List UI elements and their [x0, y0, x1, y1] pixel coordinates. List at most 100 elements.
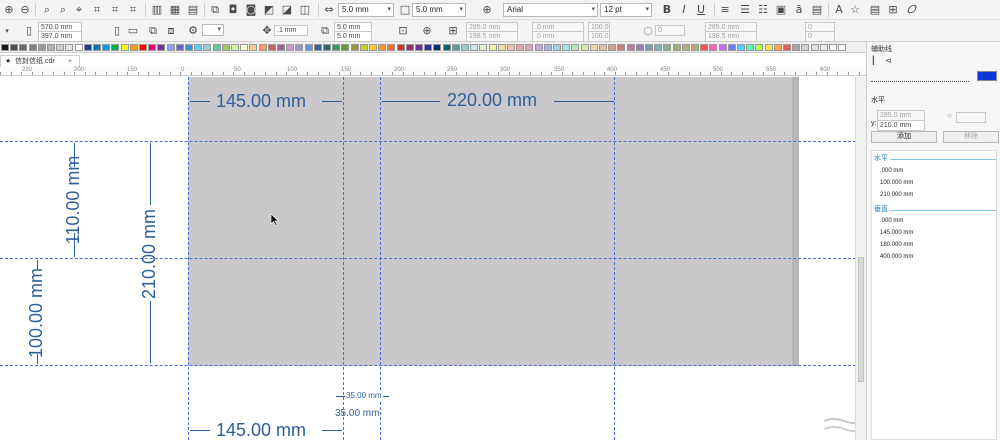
new-tab-icon[interactable]: +	[65, 56, 75, 67]
guideline-horizontal[interactable]	[0, 258, 866, 259]
color-swatch[interactable]	[83, 44, 92, 51]
front-minus-back-icon[interactable]: ◫	[298, 3, 312, 17]
group-icon[interactable]: ⧉	[208, 3, 222, 17]
line-style-select[interactable]	[871, 74, 969, 82]
color-swatch[interactable]	[323, 44, 331, 51]
zoom-width-icon[interactable]: ⌗	[90, 3, 104, 17]
color-swatch[interactable]	[488, 44, 497, 51]
document-tab[interactable]: ★ 信封信纸.cdr +	[0, 55, 80, 67]
current-page-icon[interactable]: ⧈	[164, 24, 178, 38]
zoom-all-icon[interactable]: ⌖	[72, 3, 86, 17]
add-guideline-icon[interactable]: ⊕	[420, 24, 434, 38]
color-swatch[interactable]	[332, 44, 341, 51]
color-swatch[interactable]	[240, 44, 249, 51]
guideline-color-swatch[interactable]	[977, 71, 997, 81]
color-swatch[interactable]	[461, 44, 469, 51]
delete-guideline-button[interactable]: 移除	[943, 131, 999, 143]
units-select[interactable]: ▾	[202, 24, 224, 36]
guideline-list-item[interactable]: 210.000 mm	[880, 192, 913, 198]
color-swatch[interactable]	[203, 44, 212, 51]
color-swatch[interactable]	[129, 44, 138, 51]
grid-icon[interactable]: ▦	[168, 3, 182, 17]
color-swatch[interactable]	[175, 44, 184, 51]
text-fill-icon[interactable]: ⊕	[480, 3, 494, 17]
color-swatch[interactable]	[507, 44, 515, 51]
color-swatch[interactable]	[47, 44, 55, 51]
color-swatch[interactable]	[56, 44, 65, 51]
color-swatch[interactable]	[470, 44, 479, 51]
color-swatch[interactable]	[74, 44, 83, 51]
color-swatch[interactable]	[718, 44, 727, 51]
color-swatch[interactable]	[415, 44, 423, 51]
color-swatch[interactable]	[10, 44, 19, 51]
add-guideline-button[interactable]: 添加	[871, 131, 937, 143]
rotation-angle-field[interactable]: 0	[655, 25, 685, 36]
color-swatch[interactable]	[516, 44, 525, 51]
color-swatch[interactable]	[185, 44, 193, 51]
color-swatch[interactable]	[442, 44, 451, 51]
color-swatch[interactable]	[304, 44, 313, 51]
color-swatch[interactable]	[626, 44, 635, 51]
text-frame-icon[interactable]: ▤	[868, 3, 882, 17]
guideline-list-item[interactable]: 145.000 mm	[880, 230, 913, 236]
color-swatch[interactable]	[497, 44, 506, 51]
color-swatch[interactable]	[709, 44, 718, 51]
color-swatch[interactable]	[369, 44, 377, 51]
dimension-gap-bottom[interactable]: 35.00 mm	[335, 408, 379, 419]
text-properties-icon[interactable]: ā	[792, 3, 806, 17]
color-swatch[interactable]	[37, 44, 46, 51]
color-swatch[interactable]	[148, 44, 157, 51]
guide-y-field[interactable]: 210.0 mm	[877, 120, 925, 131]
color-swatch[interactable]	[810, 44, 819, 51]
color-swatch[interactable]	[120, 44, 129, 51]
color-swatch[interactable]	[525, 44, 534, 51]
color-swatch[interactable]	[534, 44, 543, 51]
dropdown-arrow-icon[interactable]: ▾	[0, 24, 14, 38]
color-swatch[interactable]	[727, 44, 736, 51]
color-swatch[interactable]	[387, 44, 396, 51]
color-swatch[interactable]	[773, 44, 782, 51]
dimension-top-right[interactable]: 220.00 mm	[447, 90, 537, 111]
color-swatch[interactable]	[424, 44, 433, 51]
color-swatch[interactable]	[405, 44, 414, 51]
bold-icon[interactable]: B	[660, 3, 674, 17]
column-icon[interactable]: ▤	[186, 3, 200, 17]
color-swatch[interactable]	[819, 44, 828, 51]
guideline-list-item[interactable]: 100.000 mm	[880, 180, 913, 186]
duplicate-y-field[interactable]: 5.0 mm	[334, 31, 372, 42]
dynamic-guides-icon[interactable]: ⊞	[446, 24, 460, 38]
outline-box-icon[interactable]: □	[398, 3, 412, 17]
width-field[interactable]: 5.0 mm ▾	[338, 3, 394, 17]
color-swatch[interactable]	[378, 44, 387, 51]
rotation-b-field[interactable]: 0	[805, 31, 835, 42]
document-height-field[interactable]: 397.0 mm	[38, 31, 82, 42]
dimension-bottom-left[interactable]: 145.00 mm	[216, 420, 306, 440]
dropcap-icon[interactable]: ▣	[774, 3, 788, 17]
zoom-height-icon[interactable]: ⌗	[108, 3, 122, 17]
color-swatch[interactable]	[801, 44, 810, 51]
dimension-left-full[interactable]: 210.00 mm	[139, 204, 161, 304]
mirror-icon[interactable]: ⇔	[322, 3, 336, 17]
color-swatch[interactable]	[231, 44, 239, 51]
color-swatch[interactable]	[267, 44, 276, 51]
color-swatch[interactable]	[562, 44, 571, 51]
view-layout-icon[interactable]: ▥	[150, 3, 164, 17]
color-swatch[interactable]	[221, 44, 230, 51]
color-swatch[interactable]	[608, 44, 617, 51]
simplify-icon[interactable]: ◪	[280, 3, 294, 17]
color-swatch[interactable]	[249, 44, 258, 51]
script-icon[interactable]: 𝑂	[904, 3, 918, 17]
color-swatch[interactable]	[396, 44, 405, 51]
color-swatch[interactable]	[93, 44, 101, 51]
zoom-fit-icon[interactable]: ⌗	[126, 3, 140, 17]
dimension-top-left[interactable]: 145.00 mm	[216, 91, 306, 112]
guideline-type-icon[interactable]: ┃	[871, 56, 876, 65]
color-swatch[interactable]	[102, 44, 111, 51]
scrollbar-thumb[interactable]	[858, 257, 864, 382]
underline-icon[interactable]: U	[694, 3, 708, 17]
color-swatch[interactable]	[359, 44, 368, 51]
color-swatch[interactable]	[19, 44, 28, 51]
color-swatch[interactable]	[479, 44, 488, 51]
intersect-icon[interactable]: ◩	[262, 3, 276, 17]
color-swatch[interactable]	[313, 44, 322, 51]
